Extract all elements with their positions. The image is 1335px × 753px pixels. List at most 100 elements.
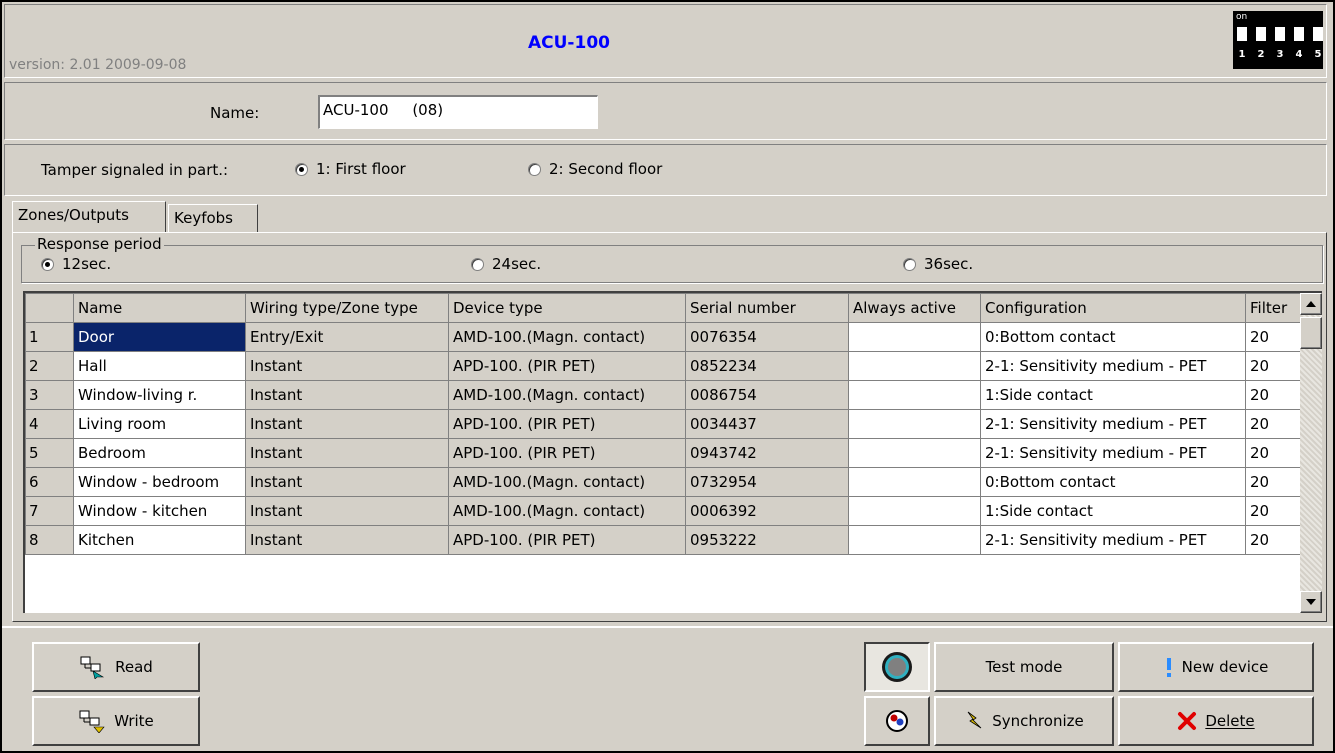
table-cell[interactable]: APD-100. (PIR PET) (448, 525, 686, 555)
column-header-device-type[interactable]: Device type (448, 293, 686, 323)
table-cell[interactable]: AMD-100.(Magn. contact) (448, 496, 686, 526)
table-cell[interactable]: Door (73, 322, 246, 352)
table-cell[interactable] (848, 438, 981, 468)
table-cell[interactable]: 20 (1245, 438, 1301, 468)
dip-switch-3[interactable] (1275, 27, 1285, 41)
scroll-thumb[interactable] (1300, 317, 1322, 349)
table-cell[interactable]: 20 (1245, 467, 1301, 497)
table-cell[interactable]: APD-100. (PIR PET) (448, 351, 686, 381)
dip-switch[interactable]: on 1 2 3 4 5 (1233, 11, 1323, 69)
table-row[interactable]: 5 Bedroom Instant APD-100. (PIR PET) 094… (25, 438, 1301, 468)
table-cell[interactable]: 0943742 (685, 438, 849, 468)
table-cell[interactable]: APD-100. (PIR PET) (448, 438, 686, 468)
indicator-button[interactable] (864, 642, 930, 692)
response-option-12[interactable]: 12sec. (41, 255, 111, 273)
table-cell[interactable]: Window-living r. (73, 380, 246, 410)
table-cell[interactable]: 2-1: Sensitivity medium - PET (980, 351, 1246, 381)
table-cell[interactable]: Hall (73, 351, 246, 381)
table-cell[interactable]: Kitchen (73, 525, 246, 555)
table-cell[interactable]: 2-1: Sensitivity medium - PET (980, 409, 1246, 439)
table-cell[interactable]: 0:Bottom contact (980, 322, 1246, 352)
table-cell[interactable]: 0953222 (685, 525, 849, 555)
sync-indicator-button[interactable] (864, 696, 930, 746)
vertical-scrollbar[interactable] (1300, 293, 1322, 613)
row-number[interactable]: 6 (25, 467, 74, 497)
column-header-filter[interactable]: Filter (1245, 293, 1301, 323)
table-cell[interactable]: 0852234 (685, 351, 849, 381)
table-cell[interactable]: AMD-100.(Magn. contact) (448, 380, 686, 410)
table-cell[interactable]: 0076354 (685, 322, 849, 352)
radio-unchecked-icon[interactable] (471, 257, 484, 271)
table-cell[interactable] (848, 351, 981, 381)
row-number[interactable]: 3 (25, 380, 74, 410)
table-cell[interactable]: Instant (245, 496, 449, 526)
table-cell[interactable]: Window - bedroom (73, 467, 246, 497)
row-number[interactable]: 4 (25, 409, 74, 439)
table-cell[interactable]: Instant (245, 438, 449, 468)
scroll-down-button[interactable] (1300, 591, 1322, 613)
column-header-serial[interactable]: Serial number (685, 293, 849, 323)
column-header-wiring[interactable]: Wiring type/Zone type (245, 293, 449, 323)
table-cell[interactable]: Instant (245, 525, 449, 555)
table-row[interactable]: 3 Window-living r. Instant AMD-100.(Magn… (25, 380, 1301, 410)
table-cell[interactable]: 20 (1245, 380, 1301, 410)
table-cell[interactable]: AMD-100.(Magn. contact) (448, 322, 686, 352)
table-cell[interactable]: AMD-100.(Magn. contact) (448, 467, 686, 497)
radio-unchecked-icon[interactable] (528, 162, 541, 176)
table-cell[interactable]: 2-1: Sensitivity medium - PET (980, 438, 1246, 468)
table-cell[interactable] (848, 380, 981, 410)
table-row[interactable]: 1 Door Entry/Exit AMD-100.(Magn. contact… (25, 322, 1301, 352)
column-header-configuration[interactable]: Configuration (980, 293, 1246, 323)
table-cell[interactable] (848, 409, 981, 439)
table-cell[interactable]: Window - kitchen (73, 496, 246, 526)
row-number[interactable]: 5 (25, 438, 74, 468)
dip-switch-1[interactable] (1237, 27, 1247, 41)
table-cell[interactable]: 20 (1245, 322, 1301, 352)
delete-button[interactable]: Delete (1118, 696, 1314, 746)
table-cell[interactable]: 20 (1245, 525, 1301, 555)
table-cell[interactable]: Living room (73, 409, 246, 439)
table-cell[interactable]: 0:Bottom contact (980, 467, 1246, 497)
synchronize-button[interactable]: Synchronize (934, 696, 1114, 746)
table-cell[interactable]: 1:Side contact (980, 380, 1246, 410)
table-cell[interactable] (848, 322, 981, 352)
table-cell[interactable]: Entry/Exit (245, 322, 449, 352)
table-cell[interactable]: 1:Side contact (980, 496, 1246, 526)
table-row[interactable]: 4 Living room Instant APD-100. (PIR PET)… (25, 409, 1301, 439)
column-header-name[interactable]: Name (73, 293, 246, 323)
table-row[interactable]: 6 Window - bedroom Instant AMD-100.(Magn… (25, 467, 1301, 497)
table-cell[interactable]: Instant (245, 409, 449, 439)
table-row[interactable]: 8 Kitchen Instant APD-100. (PIR PET) 095… (25, 525, 1301, 555)
table-cell[interactable] (848, 467, 981, 497)
table-cell[interactable] (848, 525, 981, 555)
table-cell[interactable]: 0034437 (685, 409, 849, 439)
table-cell[interactable]: 20 (1245, 409, 1301, 439)
table-cell[interactable]: Instant (245, 467, 449, 497)
tamper-option-2[interactable]: 2: Second floor (528, 160, 662, 178)
table-cell[interactable]: 20 (1245, 351, 1301, 381)
scroll-up-button[interactable] (1300, 293, 1322, 315)
table-cell[interactable]: 20 (1245, 496, 1301, 526)
dip-switch-2[interactable] (1256, 27, 1266, 41)
write-button[interactable]: Write (32, 696, 200, 746)
column-header-always-active[interactable]: Always active (848, 293, 981, 323)
table-row[interactable]: 7 Window - kitchen Instant AMD-100.(Magn… (25, 496, 1301, 526)
read-button[interactable]: Read (32, 642, 200, 692)
table-cell[interactable]: Instant (245, 351, 449, 381)
tamper-option-1[interactable]: 1: First floor (295, 160, 406, 178)
row-number[interactable]: 2 (25, 351, 74, 381)
radio-checked-icon[interactable] (41, 257, 54, 271)
dip-switch-4[interactable] (1294, 27, 1304, 41)
table-cell[interactable]: APD-100. (PIR PET) (448, 409, 686, 439)
radio-checked-icon[interactable] (295, 162, 308, 176)
radio-unchecked-icon[interactable] (903, 257, 916, 271)
response-option-24[interactable]: 24sec. (471, 255, 541, 273)
new-device-button[interactable]: New device (1118, 642, 1314, 692)
name-input[interactable]: ACU-100 (08) (318, 95, 598, 129)
row-number[interactable]: 1 (25, 322, 74, 352)
table-cell[interactable] (848, 496, 981, 526)
tab-keyfobs[interactable]: Keyfobs (168, 204, 258, 232)
table-cell[interactable]: 0732954 (685, 467, 849, 497)
table-cell[interactable]: Bedroom (73, 438, 246, 468)
table-cell[interactable]: 2-1: Sensitivity medium - PET (980, 525, 1246, 555)
